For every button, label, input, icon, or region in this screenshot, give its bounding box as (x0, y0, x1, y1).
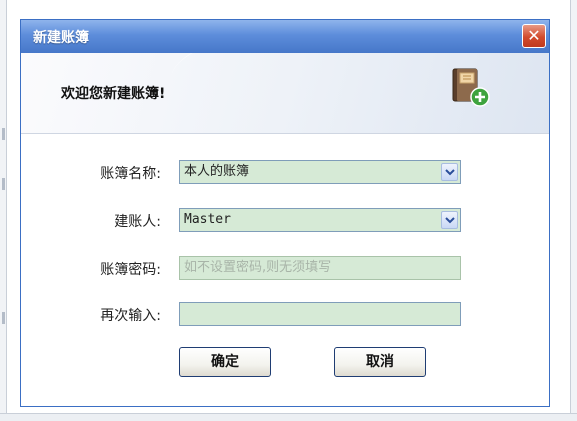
close-icon: ✕ (527, 26, 541, 45)
welcome-text: 欢迎您新建账簿! (61, 86, 166, 102)
chevron-down-icon (445, 169, 455, 176)
background-window-edge-right (570, 0, 577, 421)
creator-select[interactable]: Master (179, 208, 461, 232)
password-input[interactable]: 如不设置密码,则无须填写 (179, 256, 461, 280)
dialog-title: 新建账簿 (33, 30, 89, 46)
welcome-banner: 欢迎您新建账簿! (21, 53, 549, 134)
creator-label: 建账人: (114, 214, 161, 230)
background-mark (2, 312, 5, 324)
book-name-value: 本人的账簿 (184, 164, 250, 179)
cancel-button[interactable]: 取消 (334, 347, 426, 377)
background-mark (2, 178, 5, 190)
confirm-password-input[interactable] (179, 302, 461, 326)
confirm-password-label: 再次输入: (100, 308, 161, 324)
password-placeholder: 如不设置密码,则无须填写 (184, 260, 332, 275)
book-name-label: 账簿名称: (100, 166, 161, 182)
book-name-select[interactable]: 本人的账簿 (179, 160, 461, 184)
background-mark (2, 128, 5, 140)
creator-dropdown-button[interactable] (441, 211, 458, 229)
book-add-icon (452, 68, 490, 107)
background-window-edge-bottom (0, 413, 577, 421)
banner-decoration (171, 53, 549, 133)
password-label: 账簿密码: (100, 262, 161, 278)
ok-button-label: 确定 (211, 354, 239, 370)
new-book-dialog: 新建账簿 ✕ 欢迎您新建账簿! 账簿名称: 本人的账簿 建账人: Master (20, 19, 550, 407)
dialog-titlebar[interactable]: 新建账簿 ✕ (21, 20, 549, 53)
creator-value: Master (184, 212, 231, 227)
chevron-down-icon (445, 217, 455, 224)
close-button[interactable]: ✕ (522, 24, 546, 48)
book-name-dropdown-button[interactable] (441, 163, 458, 181)
background-window-edge-left (0, 0, 7, 421)
ok-button[interactable]: 确定 (179, 347, 271, 377)
cancel-button-label: 取消 (366, 354, 394, 370)
